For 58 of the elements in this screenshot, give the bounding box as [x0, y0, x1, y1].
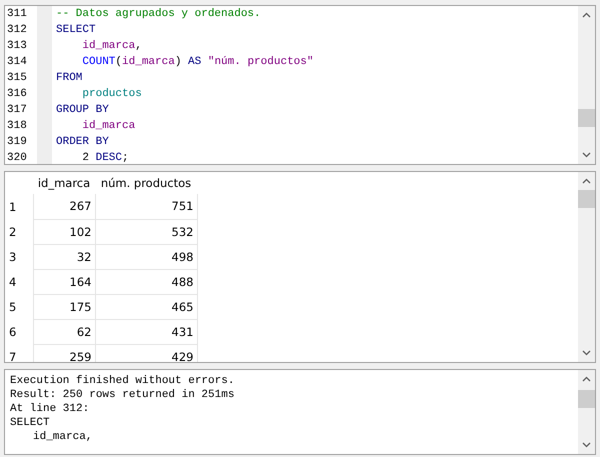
code-line: -- Datos agrupados y ordenados. [56, 7, 261, 22]
scrollbar-thumb[interactable] [578, 190, 595, 208]
chevron-up-icon[interactable] [582, 376, 591, 382]
output-line: Execution finished without errors. [10, 374, 236, 388]
table-cell: 175 [33, 294, 95, 319]
output-line: At line 312: [10, 402, 90, 416]
table-cell: 465 [95, 294, 197, 319]
table-cell: 267 [33, 194, 95, 219]
code-line: 2 DESC; [81, 151, 129, 164]
row-number[interactable]: 3 [5, 244, 33, 269]
chevron-down-icon[interactable] [582, 350, 591, 356]
table-cell: 488 [95, 269, 197, 294]
scrollbar-thumb[interactable] [578, 390, 595, 408]
table-cell: 32 [33, 244, 95, 269]
line-number: 318 [6, 119, 28, 134]
line-number: 314 [6, 55, 28, 70]
table-cell: 751 [95, 194, 197, 219]
row-number[interactable]: 1 [5, 194, 33, 219]
chevron-down-icon[interactable] [582, 442, 591, 448]
output-line: SELECT [10, 416, 51, 430]
chevron-up-icon[interactable] [582, 178, 591, 184]
code-line: SELECT [56, 23, 96, 38]
scrollbar-thumb[interactable] [578, 109, 595, 128]
table-cell: 164 [33, 269, 95, 294]
chevron-up-icon[interactable] [582, 12, 591, 18]
table-cell: 431 [95, 319, 197, 344]
code-line: COUNT(id_marca) AS "núm. productos" [81, 55, 314, 70]
row-number[interactable]: 5 [5, 294, 33, 319]
scrollbar[interactable] [578, 6, 595, 164]
table-cell: 62 [33, 319, 95, 344]
scrollbar[interactable] [578, 370, 595, 454]
table-cell: 498 [95, 244, 197, 269]
code-line: FROM [56, 71, 82, 86]
code-line: productos [81, 87, 142, 102]
table-cell: 102 [33, 219, 95, 244]
results-grid[interactable]: id_marca núm. productos 1 267 751 2 102 532 3 32 498 4 164 488 5 175 465 6 62 431 7 259 429 [4, 171, 596, 363]
table-cell: 532 [95, 219, 197, 244]
chevron-down-icon[interactable] [582, 152, 591, 158]
sql-editor[interactable]: 311 312 313 314 315 316 317 318 319 320 -- Datos agrupados y ordenados. SELECT id_marca, COUNT(id_marca) AS "núm. productos" FROM productos GROUP BY id_marca ORDER BY 2 DESC; [4, 5, 596, 165]
output-line: id_marca, [33, 430, 94, 444]
code-line: id_marca [81, 119, 136, 134]
line-number: 316 [6, 87, 28, 102]
code-line: GROUP BY [56, 103, 109, 118]
row-number[interactable]: 4 [5, 269, 33, 294]
scrollbar[interactable] [578, 172, 595, 362]
line-number: 312 [6, 23, 28, 38]
row-number[interactable]: 6 [5, 319, 33, 344]
code-line: ORDER BY [56, 135, 109, 150]
code-line: id_marca, [81, 39, 142, 54]
line-number: 319 [6, 135, 28, 150]
line-number: 315 [6, 71, 28, 86]
line-number: 311 [6, 7, 28, 22]
output-line: Result: 250 rows returned in 251ms [10, 388, 236, 402]
row-number[interactable]: 2 [5, 219, 33, 244]
row-number[interactable]: 7 [5, 344, 33, 362]
line-number: 313 [6, 39, 28, 54]
line-number: 320 [6, 151, 28, 164]
line-number: 317 [6, 103, 28, 118]
